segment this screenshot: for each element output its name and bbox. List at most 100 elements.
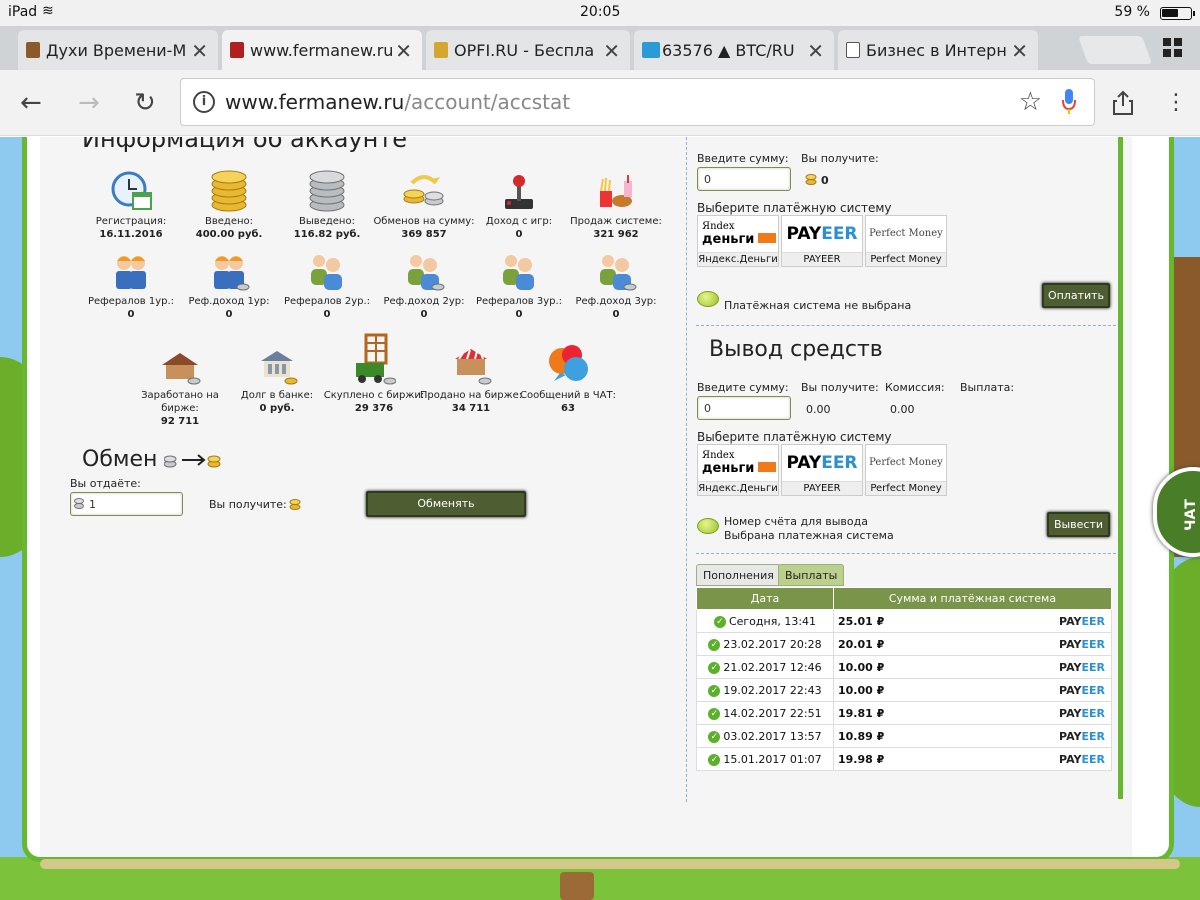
withdraw-payout-label: Выплата: (960, 381, 1015, 394)
food-icon (594, 169, 638, 213)
payeer-mini-logo: PAYEER (1059, 753, 1105, 766)
hourglass-favicon-icon (26, 42, 40, 58)
withdraw-payeer-option[interactable]: PAYEER PAYEER (781, 444, 863, 496)
chat-bubbles-icon (546, 343, 590, 387)
perfect-money-logo: Perfect Money (869, 457, 943, 468)
gold-coins-icon (207, 169, 251, 213)
withdraw-yandex-option[interactable]: Яndex деньги Яндекс.Деньги (697, 444, 779, 496)
account-info-title: Информация об аккаунте (82, 137, 408, 153)
withdraw-get-value: 0.00 (806, 403, 831, 416)
deposit-get-label: Вы получите: (801, 152, 879, 165)
stat-value: 116.82 руб. (293, 229, 361, 240)
tab-btc[interactable]: 63576 ▲ BTC/RU ✕ (634, 30, 834, 70)
tab-fermanew[interactable]: www.fermanew.ru ✕ (222, 30, 422, 70)
check-icon: ✓ (708, 661, 721, 674)
clock: 20:05 (580, 4, 621, 20)
status-indicator-icon (697, 291, 719, 307)
payouts-table: Дата Сумма и платёжная система ✓ Сегодня,… (696, 587, 1112, 771)
silver-coin-icon (74, 498, 84, 509)
users-group-icon (305, 249, 349, 293)
close-tab-icon[interactable]: ✕ (191, 39, 208, 63)
payment-name: Perfect Money (866, 252, 946, 266)
payeer-logo: PAYEER (786, 453, 858, 473)
stat-registration: Регистрация: 16.11.2016 (76, 169, 186, 241)
stat-ref-income-2: Реф.доход 2ур: 0 (369, 249, 479, 321)
tab-payouts[interactable]: Выплаты (778, 564, 845, 586)
stat-label: Реф.доход 3ур: (575, 296, 657, 307)
pay-button[interactable]: Оплатить (1042, 283, 1110, 308)
exchange-button[interactable]: Обменять (366, 491, 526, 517)
users-group-icon (497, 249, 541, 293)
joystick-icon (497, 169, 541, 213)
tab-opfi[interactable]: OPFI.RU - Беспла ✕ (426, 30, 630, 70)
users-group-coins-icon (402, 249, 446, 293)
more-menu-icon[interactable]: ⋮ (1165, 90, 1187, 116)
deposit-perfect-money-option[interactable]: Perfect Money Perfect Money (865, 215, 947, 267)
close-tab-icon[interactable]: ✕ (603, 39, 620, 63)
stat-market-earned: Заработано на бирже: 92 711 (125, 343, 235, 428)
stat-label: Долг в банке: (240, 390, 314, 401)
payout-date: ✓ 21.02.2017 12:46 (696, 655, 834, 679)
stat-label: Продано на бирже: (419, 390, 523, 401)
withdraw-button[interactable]: Вывести (1047, 512, 1110, 537)
browser-toolbar: ← → ↻ i www.fermanew.ru/account/accstat … (0, 70, 1200, 136)
deposit-amount-input[interactable]: 0 (697, 167, 791, 191)
withdraw-perfect-money-option[interactable]: Perfect Money Perfect Money (865, 444, 947, 496)
stat-label: Продаж системе: (570, 216, 662, 227)
tab-dukhi[interactable]: Духи Времени-М ✕ (18, 30, 218, 70)
give-amount-input[interactable]: 1 (70, 492, 183, 516)
deposit-payeer-option[interactable]: PAYEER PAYEER (781, 215, 863, 267)
new-tab-button[interactable] (1077, 36, 1153, 64)
stat-referrals-2: Рефералов 2ур.: 0 (272, 249, 382, 321)
tab-business[interactable]: Бизнес в Интерн ✕ (838, 30, 1038, 70)
payout-date: ✓ Сегодня, 13:41 (696, 609, 834, 633)
payeer-mini-logo: PAYEER (1059, 707, 1105, 720)
tab-deposits[interactable]: Пополнения (696, 564, 781, 586)
back-arrow-icon[interactable]: ← (20, 90, 42, 116)
gold-coin-icon (289, 499, 301, 510)
address-bar[interactable]: i www.fermanew.ru/account/accstat ☆ (180, 78, 1095, 126)
forward-arrow-icon[interactable]: → (78, 90, 100, 116)
deposit-status: Платёжная система не выбрана (724, 299, 912, 312)
stat-value: 34 711 (451, 403, 491, 414)
close-tab-icon[interactable]: ✕ (807, 39, 824, 63)
deposit-yandex-option[interactable]: Яndex деньги Яндекс.Деньги (697, 215, 779, 267)
check-icon: ✓ (708, 684, 721, 697)
payout-date: ✓ 19.02.2017 22:43 (696, 678, 834, 702)
stat-value: 92 711 (160, 416, 200, 427)
payout-sum: 10.00 ₽ PAYEER (833, 678, 1112, 702)
tab-switcher-icon[interactable] (1163, 38, 1183, 58)
deposit-amount-label: Введите сумму: (697, 152, 789, 165)
deposit-get-value: 0 (821, 174, 829, 187)
close-tab-icon[interactable]: ✕ (1011, 39, 1028, 63)
payment-name: PAYEER (782, 481, 862, 495)
withdraw-amount-input[interactable]: 0 (697, 396, 791, 420)
stat-value: 0 (515, 229, 523, 240)
table-row: ✓ Сегодня, 13:41 25.01 ₽ PAYEER (696, 609, 1112, 633)
table-row: ✓ 21.02.2017 12:46 10.00 ₽ PAYEER (696, 655, 1112, 679)
silver-coins-icon (305, 169, 349, 213)
withdraw-fee-value: 0.00 (890, 403, 915, 416)
check-icon: ✓ (708, 730, 721, 743)
stat-bank-debt: Долг в банке: 0 руб. (222, 343, 332, 415)
url-text[interactable]: www.fermanew.ru/account/accstat (225, 90, 570, 114)
chat-label: ЧАТ (1182, 499, 1199, 531)
document-favicon-icon (846, 42, 860, 58)
stat-games-income: Доход с игр: 0 (464, 169, 574, 241)
cart-icon (352, 333, 397, 387)
reload-icon[interactable]: ↻ (134, 90, 156, 116)
stat-exchanges: Обменов на сумму: 369 857 (369, 169, 479, 241)
stat-ref-income-1: Реф.доход 1ур: 0 (174, 249, 284, 321)
close-tab-icon[interactable]: ✕ (395, 39, 412, 63)
farm-favicon-icon (230, 42, 244, 58)
microphone-icon[interactable] (1062, 88, 1076, 116)
ios-status-bar: iPad ≋ 20:05 59 % (0, 0, 1200, 26)
share-icon[interactable] (1112, 90, 1134, 116)
deposit-amount-value: 0 (704, 173, 711, 186)
bookmark-star-icon[interactable]: ☆ (1019, 87, 1042, 117)
info-icon[interactable]: i (193, 91, 215, 113)
table-row: ✓ 15.01.2017 01:07 19.98 ₽ PAYEER (696, 747, 1112, 771)
payeer-mini-logo: PAYEER (1059, 638, 1105, 651)
browser-tab-strip: Духи Времени-М ✕ www.fermanew.ru ✕ OPFI.… (0, 26, 1200, 70)
withdraw-status-account: Номер счёта для вывода (724, 515, 868, 528)
